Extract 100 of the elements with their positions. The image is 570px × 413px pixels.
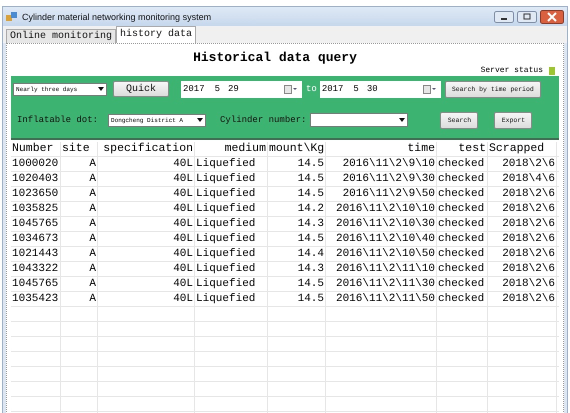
table-cell: 2016\11\2\11\10: [326, 262, 437, 276]
table-cell: Liquefied: [195, 262, 268, 276]
table-cell: 2018\2\6: [488, 217, 557, 231]
window-title: Cylinder material networking monitoring system: [22, 12, 212, 22]
table-cell: checked: [437, 172, 488, 186]
table-cell: 40L: [98, 172, 195, 186]
app-icon: [6, 12, 18, 22]
table-cell: checked: [437, 232, 488, 246]
table-cell: 14.2: [268, 202, 326, 216]
close-icon[interactable]: [540, 10, 564, 24]
table-cell: checked: [437, 187, 488, 201]
column-header[interactable]: mount\Kg: [268, 142, 326, 156]
calendar-icon: [422, 84, 437, 94]
maximize-icon[interactable]: [517, 10, 537, 22]
date-picker[interactable]: 2017 5 30: [320, 80, 441, 98]
table-cell: Liquefied: [195, 202, 268, 216]
cylinder-number-dropdown[interactable]: [310, 113, 408, 127]
table-cell: 1021443: [11, 247, 61, 261]
table-cell: 2016\11\2\11\50: [326, 292, 437, 306]
column-header[interactable]: test: [437, 142, 488, 156]
table-cell: 14.5: [268, 277, 326, 291]
table-cell: Liquefied: [195, 232, 268, 246]
table-cell: 1035825: [11, 202, 61, 216]
table-cell: 2018\2\6: [488, 247, 557, 261]
table-cell: checked: [437, 292, 488, 306]
tab[interactable]: history data: [116, 26, 196, 43]
tab[interactable]: Online monitoring: [6, 29, 116, 43]
column-header[interactable]: time: [326, 142, 437, 156]
table-cell: 40L: [98, 157, 195, 171]
table-cell: A: [61, 292, 98, 306]
server-status-label: Server status: [480, 66, 543, 75]
table-cell: checked: [437, 277, 488, 291]
table-cell: 1034673: [11, 232, 61, 246]
caret-icon: [399, 118, 406, 122]
table-cell: Liquefied: [195, 277, 268, 291]
table-cell: checked: [437, 262, 488, 276]
table-cell: 1000020: [11, 157, 61, 171]
table-cell: 1020403: [11, 172, 61, 186]
table-cell: 2018\2\6: [488, 262, 557, 276]
table-cell: 14.5: [268, 292, 326, 306]
table-cell: Liquefied: [195, 217, 268, 231]
column-header[interactable]: Number: [11, 142, 61, 156]
table-cell: 40L: [98, 262, 195, 276]
table-cell: 2018\2\6: [488, 232, 557, 246]
caret-icon: [98, 87, 104, 91]
table-cell: 2018\2\6: [488, 157, 557, 171]
column-header[interactable]: site: [61, 142, 98, 156]
table-cell: A: [61, 262, 98, 276]
table-cell: 40L: [98, 292, 195, 306]
minimize-icon[interactable]: [494, 10, 514, 22]
table-cell: checked: [437, 157, 488, 171]
table-cell: A: [61, 232, 98, 246]
inflatable-dot-label: Inflatable dot:: [17, 115, 98, 125]
column-header[interactable]: specification: [98, 142, 195, 156]
table-cell: 1045765: [11, 277, 61, 291]
table-cell: 40L: [98, 277, 195, 291]
table-cell: Liquefied: [195, 292, 268, 306]
table-cell: 40L: [98, 232, 195, 246]
column-header[interactable]: medium: [195, 142, 268, 156]
caret-icon: [197, 118, 204, 122]
cylinder-number-label: Cylinder number:: [220, 115, 306, 125]
table-cell: 2016\11\2\9\30: [326, 172, 437, 186]
table-cell: A: [61, 217, 98, 231]
table-cell: 1023650: [11, 187, 61, 201]
table-cell: 14.5: [268, 172, 326, 186]
table-cell: checked: [437, 202, 488, 216]
status-indicator-icon: [549, 66, 555, 74]
table-cell: A: [61, 172, 98, 186]
table-cell: 2016\11\2\9\10: [326, 157, 437, 171]
table-cell: 1045765: [11, 217, 61, 231]
table-cell: 1035423: [11, 292, 61, 306]
quick-button[interactable]: Quick: [113, 81, 169, 97]
table-cell: 40L: [98, 202, 195, 216]
table-cell: 40L: [98, 187, 195, 201]
column-header[interactable]: Scrapped: [488, 142, 557, 156]
table-cell: 2018\2\6: [488, 202, 557, 216]
table-cell: 2016\11\2\9\50: [326, 187, 437, 201]
table-cell: 2016\11\2\10\30: [326, 217, 437, 231]
table-cell: 40L: [98, 217, 195, 231]
table-cell: 2016\11\2\10\10: [326, 202, 437, 216]
table-cell: 2016\11\2\10\50: [326, 247, 437, 261]
table-cell: checked: [437, 217, 488, 231]
table-cell: 40L: [98, 247, 195, 261]
to-label: to: [306, 84, 317, 94]
table-cell: A: [61, 277, 98, 291]
table-cell: 14.5: [268, 157, 326, 171]
calendar-icon: [284, 84, 298, 94]
table-cell: A: [61, 187, 98, 201]
table-cell: 2018\2\6: [488, 187, 557, 201]
table-cell: 2018\2\6: [488, 292, 557, 306]
page-heading: Historical data query: [193, 50, 357, 67]
table-cell: A: [61, 202, 98, 216]
table-cell: Liquefied: [195, 157, 268, 171]
table-cell: 14.5: [268, 187, 326, 201]
table-cell: 1043322: [11, 262, 61, 276]
table-cell: Liquefied: [195, 247, 268, 261]
table-cell: 2016\11\2\10\40: [326, 232, 437, 246]
date-picker[interactable]: 2017 5 29: [181, 80, 302, 98]
table-cell: 14.4: [268, 247, 326, 261]
table-cell: checked: [437, 247, 488, 261]
